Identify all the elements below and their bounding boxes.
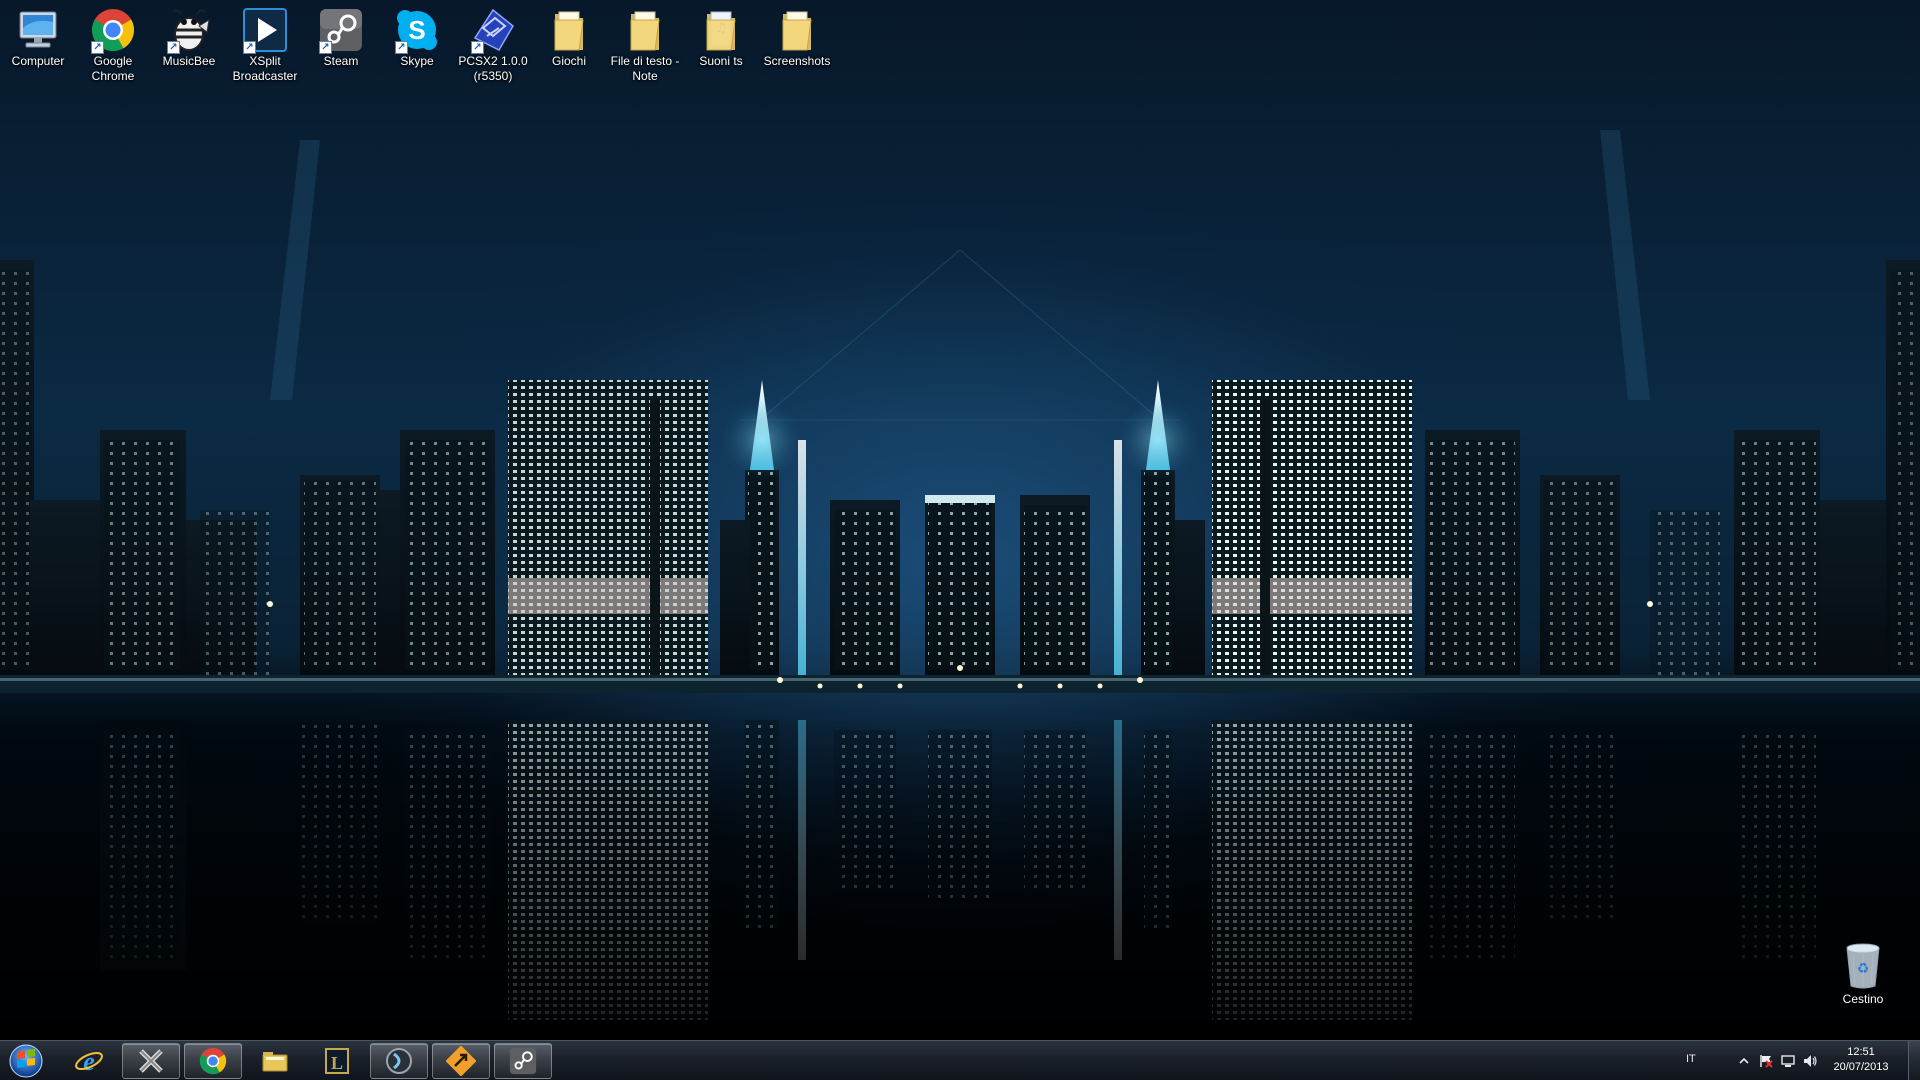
- action-center-flag-icon[interactable]: [1758, 1053, 1774, 1069]
- show-desktop-button[interactable]: [1908, 1041, 1920, 1080]
- volume-icon[interactable]: [1802, 1053, 1818, 1069]
- desktop-icon-screenshots-folder[interactable]: Screenshots: [759, 4, 835, 69]
- shortcut-arrow-icon: ↗: [395, 41, 408, 54]
- desktop-icon-label: PCSX2 1.0.0 (r5350): [458, 54, 528, 83]
- clock-date: 20/07/2013: [1833, 1061, 1889, 1073]
- desktop-icon-recycle-bin[interactable]: ♻ Cestino: [1822, 940, 1904, 1006]
- desktop-icon-label: XSplit Broadcaster: [232, 54, 298, 83]
- desktop-icon-suoni-ts-folder[interactable]: ♫ Suoni ts: [683, 4, 759, 69]
- chrome-icon: [199, 1047, 227, 1075]
- desktop-icon-pcsx2[interactable]: ↗ PCSX2 1.0.0 (r5350): [455, 4, 531, 84]
- show-hidden-icons-chevron-icon[interactable]: [1736, 1053, 1752, 1069]
- taskbar-media-app[interactable]: [370, 1043, 428, 1079]
- desktop-icon-note-folder[interactable]: File di testo - Note: [607, 4, 683, 84]
- folder-icon: [554, 11, 584, 51]
- folder-music-icon: ♫: [706, 11, 736, 51]
- taskbar-x-app[interactable]: [122, 1043, 180, 1079]
- desktop-icon-giochi-folder[interactable]: Giochi: [531, 4, 607, 69]
- recycle-bin-icon: ♻: [1846, 943, 1880, 989]
- desktop-icon-label: Computer: [11, 54, 65, 68]
- svg-text:♻: ♻: [1857, 961, 1870, 977]
- taskbar-league-of-legends[interactable]: L: [308, 1043, 366, 1079]
- desktop-icon-steam[interactable]: ↗ Steam: [303, 4, 379, 69]
- desktop-icon-musicbee[interactable]: ↗ MusicBee: [151, 4, 227, 69]
- svg-text:e: e: [83, 1047, 95, 1076]
- svg-text:L: L: [331, 1053, 343, 1073]
- taskbar-file-explorer[interactable]: [246, 1043, 304, 1079]
- svg-text:S: S: [408, 15, 425, 45]
- recycle-bin-label: Cestino: [1842, 992, 1884, 1006]
- taskbar-internet-explorer[interactable]: e: [60, 1043, 118, 1079]
- language-indicator[interactable]: IT: [1686, 1053, 1696, 1065]
- taskbar: e L IT 12:51 20/07/2013: [0, 1040, 1920, 1080]
- desktop-icon-row: Computer ↗ Google Chrome ↗ MusicBee ↗ XS…: [0, 0, 840, 96]
- desktop-icon-computer[interactable]: Computer: [0, 4, 76, 69]
- steam-icon: [509, 1047, 537, 1075]
- taskbar-clock[interactable]: 12:51 20/07/2013: [1828, 1045, 1894, 1075]
- shortcut-arrow-icon: ↗: [319, 41, 332, 54]
- desktop-icon-skype[interactable]: S ↗ Skype: [379, 4, 455, 69]
- desktop-icon-google-chrome[interactable]: ↗ Google Chrome: [75, 4, 151, 84]
- shortcut-arrow-icon: ↗: [91, 41, 104, 54]
- circle-media-icon: [386, 1048, 412, 1074]
- desktop-icon-label: Suoni ts: [699, 54, 743, 68]
- arrow-app-icon: [446, 1046, 476, 1076]
- taskbar-steam[interactable]: [494, 1043, 552, 1079]
- folder-icon: [782, 11, 812, 51]
- windows-start-orb-icon: [9, 1044, 43, 1078]
- shortcut-arrow-icon: ↗: [167, 41, 180, 54]
- desktop-icon-label: MusicBee: [162, 54, 216, 68]
- desktop-icon-label: Skype: [400, 54, 434, 68]
- internet-explorer-icon: e: [75, 1047, 103, 1076]
- league-of-legends-icon: L: [325, 1048, 349, 1074]
- desktop-icon-label: Screenshots: [763, 54, 831, 68]
- folder-icon: [630, 11, 660, 51]
- desktop-icon-label: Steam: [323, 54, 359, 68]
- desktop-wallpaper: [0, 0, 1920, 1040]
- taskbar-arrow-app[interactable]: [432, 1043, 490, 1079]
- desktop-icon-label: Giochi: [551, 54, 586, 68]
- shortcut-arrow-icon: ↗: [471, 41, 484, 54]
- taskbar-google-chrome[interactable]: [184, 1043, 242, 1079]
- desktop-icon-label: File di testo - Note: [610, 54, 680, 83]
- desktop-icon-xsplit[interactable]: ↗ XSplit Broadcaster: [227, 4, 303, 84]
- system-tray: IT 12:51 20/07/2013: [1680, 1041, 1920, 1080]
- start-button[interactable]: [6, 1043, 46, 1079]
- x-app-icon: [139, 1049, 163, 1073]
- desktop-icon-label: Google Chrome: [91, 54, 135, 83]
- computer-icon: [19, 11, 57, 48]
- network-icon[interactable]: [1780, 1053, 1796, 1069]
- clock-time: 12:51: [1847, 1046, 1875, 1058]
- shortcut-arrow-icon: ↗: [243, 41, 256, 54]
- folder-explorer-icon: [262, 1052, 288, 1072]
- city-skyline-image: [0, 130, 1920, 1040]
